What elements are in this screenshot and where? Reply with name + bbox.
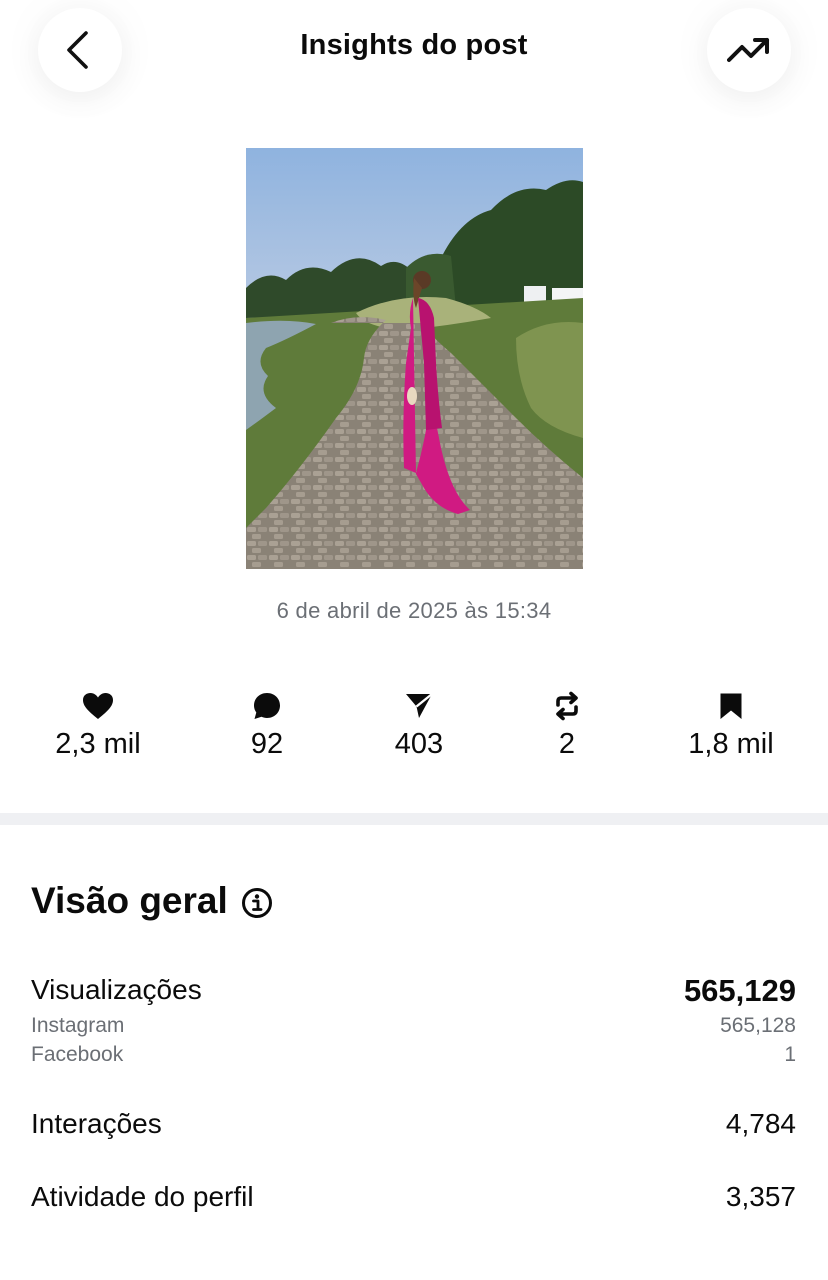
instagram-views-value: 565,128: [720, 1014, 796, 1037]
info-icon[interactable]: [241, 887, 273, 919]
interactions-value: 4,784: [725, 1108, 796, 1139]
bookmark-icon: [720, 693, 742, 719]
reposts-count: 2: [558, 728, 576, 760]
trends-button[interactable]: [707, 8, 791, 92]
overview-title: Visão geral: [31, 880, 228, 921]
views-label: Visualizações: [31, 974, 202, 1005]
facebook-views-value: 1: [784, 1043, 796, 1066]
likes-stat: 2,3 mil: [28, 688, 168, 761]
interactions-label[interactable]: Interações: [31, 1108, 162, 1140]
saves-count: 1,8 mil: [688, 728, 774, 760]
comments-count: 92: [250, 728, 284, 760]
reposts-stat: 2: [497, 688, 637, 761]
shares-stat: 403: [349, 688, 489, 761]
facebook-views-label: Facebook: [31, 1043, 124, 1066]
views-value: 565,129: [683, 973, 796, 1008]
top-bar: Insights do post: [0, 0, 828, 100]
page-title: Insights do post: [300, 29, 528, 61]
profile-activity-value: 3,357: [725, 1181, 796, 1212]
likes-count: 2,3 mil: [55, 728, 141, 760]
instagram-views-label: Instagram: [31, 1014, 125, 1037]
profile-activity-label[interactable]: Atividade do perfil: [31, 1181, 254, 1213]
saves-stat: 1,8 mil: [661, 688, 801, 761]
post-image[interactable]: [246, 148, 583, 569]
trending-up-icon: [727, 38, 769, 62]
section-divider: [0, 813, 828, 825]
shares-count: 403: [394, 728, 444, 760]
post-date: 6 de abril de 2025 às 15:34: [276, 598, 552, 623]
send-icon: [406, 693, 433, 718]
heart-icon: [83, 693, 113, 719]
repost-icon: [556, 691, 578, 721]
comment-icon: [254, 693, 280, 719]
comments-stat: 92: [197, 688, 337, 761]
